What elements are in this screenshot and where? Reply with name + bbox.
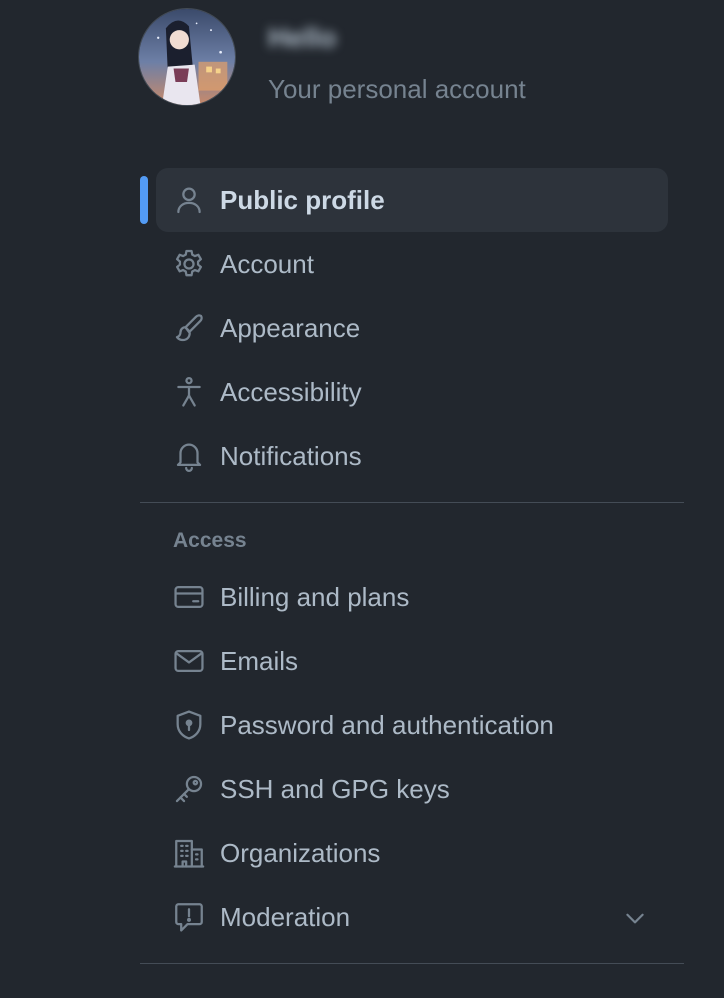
account-header-text: Hello Your personal account (268, 8, 526, 105)
nav-item-label: Appearance (220, 312, 361, 343)
section-title-access: Access (173, 529, 247, 552)
nav-item-label: Billing and plans (220, 581, 410, 612)
report-icon (172, 900, 206, 934)
mail-icon (172, 644, 206, 678)
account-header: Hello Your personal account (138, 8, 526, 106)
shield-lock-icon (172, 708, 206, 742)
nav-item-label: Organizations (220, 837, 381, 868)
nav-item-label: Notifications (220, 440, 362, 471)
nav-item-label: SSH and GPG keys (220, 773, 450, 804)
nav-item-label: Moderation (220, 901, 351, 932)
nav-item-moderation[interactable]: Moderation (140, 885, 684, 949)
account-subtitle: Your personal account (268, 74, 526, 104)
selected-indicator (140, 176, 148, 224)
avatar[interactable] (138, 8, 236, 106)
settings-nav: Public profile Account Appearance Access… (140, 168, 684, 978)
nav-divider (140, 963, 684, 964)
gear-icon (172, 247, 206, 281)
nav-item-label: Accessibility (220, 376, 362, 407)
chevron-down-icon[interactable] (622, 905, 648, 931)
bell-icon (172, 439, 206, 473)
accessibility-icon (172, 375, 206, 409)
nav-item-account[interactable]: Account (140, 232, 684, 296)
nav-item-label: Emails (220, 645, 299, 676)
nav-item-organizations[interactable]: Organizations (140, 821, 684, 885)
key-icon (172, 772, 206, 806)
nav-item-billing[interactable]: Billing and plans (140, 565, 684, 629)
person-icon (172, 183, 206, 217)
paintbrush-icon (172, 311, 206, 345)
nav-divider (140, 502, 684, 503)
nav-item-password-authentication[interactable]: Password and authentication (140, 693, 684, 757)
nav-item-ssh-gpg-keys[interactable]: SSH and GPG keys (140, 757, 684, 821)
nav-item-public-profile[interactable]: Public profile (140, 168, 684, 232)
user-name: Hello (268, 24, 337, 52)
nav-item-notifications[interactable]: Notifications (140, 424, 684, 488)
nav-item-label: Public profile (220, 184, 385, 215)
nav-item-appearance[interactable]: Appearance (140, 296, 684, 360)
nav-item-label: Password and authentication (220, 709, 554, 740)
nav-item-emails[interactable]: Emails (140, 629, 684, 693)
nav-item-label: Account (220, 248, 314, 279)
avatar-image (139, 9, 235, 105)
organization-icon (172, 836, 206, 870)
nav-item-accessibility[interactable]: Accessibility (140, 360, 684, 424)
credit-card-icon (172, 580, 206, 614)
settings-sidebar: Hello Your personal account Public profi… (0, 0, 724, 998)
